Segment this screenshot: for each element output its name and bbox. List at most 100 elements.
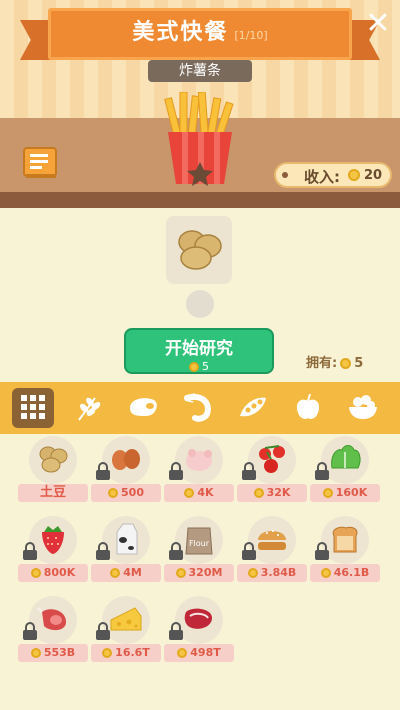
ingredient-price: 500 bbox=[91, 484, 161, 502]
price-value: 320M bbox=[188, 566, 223, 579]
lock-icon bbox=[315, 542, 329, 560]
ingredient-strawberry[interactable]: 800K bbox=[18, 516, 88, 586]
title-text: 美式快餐 bbox=[132, 20, 229, 45]
milk-icon bbox=[116, 523, 138, 555]
ingredient-chicken[interactable]: 4K bbox=[164, 436, 234, 506]
lock-icon bbox=[169, 462, 183, 480]
owned-value: 5 bbox=[354, 356, 364, 371]
potato-icon bbox=[39, 446, 68, 473]
bun-icon bbox=[258, 530, 286, 550]
ingredient-price: 3.84B bbox=[237, 564, 307, 582]
coin-icon bbox=[253, 488, 264, 498]
ingredient-grid: 土豆 500 4K 32K 160K 800K 4M Flour 320M 3.… bbox=[0, 434, 400, 710]
price-value: 4K bbox=[197, 486, 214, 499]
apple-icon bbox=[296, 393, 320, 419]
peas-icon bbox=[240, 397, 266, 417]
cheese-icon bbox=[110, 607, 142, 631]
price-value: 46.1B bbox=[333, 566, 370, 579]
start-research-label: 开始研究 bbox=[165, 339, 233, 359]
category-grain-tab[interactable] bbox=[67, 388, 109, 428]
ham-icon bbox=[36, 606, 66, 631]
ingredient-price: 32K bbox=[237, 484, 307, 502]
empty-research-slot bbox=[186, 290, 214, 318]
category-seafood-tab[interactable] bbox=[177, 388, 219, 428]
category-fruit-tab[interactable] bbox=[287, 388, 329, 428]
category-all-tab[interactable] bbox=[12, 388, 54, 428]
coin-icon bbox=[30, 648, 41, 658]
ingredient-price: 498T bbox=[164, 644, 234, 662]
start-research-button[interactable]: 开始研究 5 bbox=[124, 328, 274, 374]
research-slot bbox=[166, 216, 232, 284]
income-display: 收入: 20 bbox=[274, 162, 392, 188]
lock-icon bbox=[242, 462, 256, 480]
flour-bag-text: Flour bbox=[189, 539, 210, 548]
price-value: 553B bbox=[43, 646, 76, 659]
ingredient-ham[interactable]: 553B bbox=[18, 596, 88, 666]
owned-label: 拥有: bbox=[306, 356, 338, 371]
steak-icon bbox=[184, 608, 212, 629]
chicken-icon bbox=[186, 449, 212, 471]
strawberry-icon bbox=[42, 526, 64, 554]
category-meat-tab[interactable] bbox=[122, 388, 164, 428]
owned-display: 拥有: 5 bbox=[306, 352, 363, 371]
lock-icon bbox=[96, 622, 110, 640]
recipe-progress: [1/10] bbox=[234, 29, 268, 42]
ingredient-price: 160K bbox=[310, 484, 380, 502]
potato-icon bbox=[178, 230, 222, 270]
shrimp-icon bbox=[184, 393, 211, 422]
ingredient-price: 4K bbox=[164, 484, 234, 502]
ingredient-bun[interactable]: 3.84B bbox=[237, 516, 307, 586]
ingredient-cheese[interactable]: 16.6T bbox=[91, 596, 161, 666]
flour-icon: Flour bbox=[185, 527, 213, 555]
price-value: 498T bbox=[190, 646, 221, 659]
ingredient-price: 320M bbox=[164, 564, 234, 582]
coin-icon bbox=[247, 568, 258, 578]
ingredient-bread[interactable]: 46.1B bbox=[310, 516, 380, 586]
category-vegetable-tab[interactable] bbox=[232, 388, 274, 428]
coin-icon bbox=[102, 648, 113, 658]
lock-icon bbox=[242, 542, 256, 560]
coin-icon bbox=[175, 568, 186, 578]
ingredient-price: 553B bbox=[18, 644, 88, 662]
coin-icon bbox=[177, 648, 188, 658]
research-cost-value: 5 bbox=[202, 360, 209, 373]
coin-icon bbox=[322, 488, 333, 498]
coin-icon bbox=[189, 362, 199, 372]
coin-icon bbox=[30, 568, 41, 578]
lettuce-icon bbox=[331, 445, 361, 469]
egg-icon bbox=[112, 449, 140, 470]
price-value: 160K bbox=[335, 486, 368, 499]
salad-icon bbox=[349, 395, 377, 419]
category-salad-tab[interactable] bbox=[342, 388, 384, 428]
lock-icon bbox=[315, 462, 329, 480]
price-value: 4M bbox=[123, 566, 142, 579]
price-value: 3.84B bbox=[260, 566, 297, 579]
price-value: 16.6T bbox=[115, 646, 150, 659]
price-value: 800K bbox=[43, 566, 76, 579]
ingredient-steak[interactable]: 498T bbox=[164, 596, 234, 666]
price-value: 500 bbox=[121, 486, 144, 499]
ingredient-tomato[interactable]: 32K bbox=[237, 436, 307, 506]
bread-icon bbox=[332, 526, 358, 553]
coin-icon bbox=[348, 169, 360, 181]
coin-icon bbox=[184, 488, 195, 498]
ingredient-milk[interactable]: 4M bbox=[91, 516, 161, 586]
fries-icon bbox=[164, 92, 234, 186]
recipe-book-icon[interactable] bbox=[22, 146, 60, 180]
grid-icon bbox=[21, 395, 45, 419]
research-cost: 5 bbox=[126, 360, 272, 373]
ingredient-lettuce[interactable]: 160K bbox=[310, 436, 380, 506]
income-bullet bbox=[282, 172, 288, 178]
lock-icon bbox=[169, 622, 183, 640]
ingredient-potato[interactable]: 土豆 bbox=[18, 436, 88, 506]
ingredient-label: 土豆 bbox=[18, 484, 88, 502]
meat-icon bbox=[130, 398, 157, 416]
lock-icon bbox=[23, 542, 37, 560]
ingredient-egg[interactable]: 500 bbox=[91, 436, 161, 506]
coin-icon bbox=[110, 568, 121, 578]
income-label: 收入: bbox=[304, 168, 340, 186]
ingredient-flour[interactable]: Flour 320M bbox=[164, 516, 234, 586]
lock-icon bbox=[96, 462, 110, 480]
close-icon[interactable]: ✕ bbox=[362, 8, 394, 40]
counter-edge bbox=[0, 192, 400, 208]
